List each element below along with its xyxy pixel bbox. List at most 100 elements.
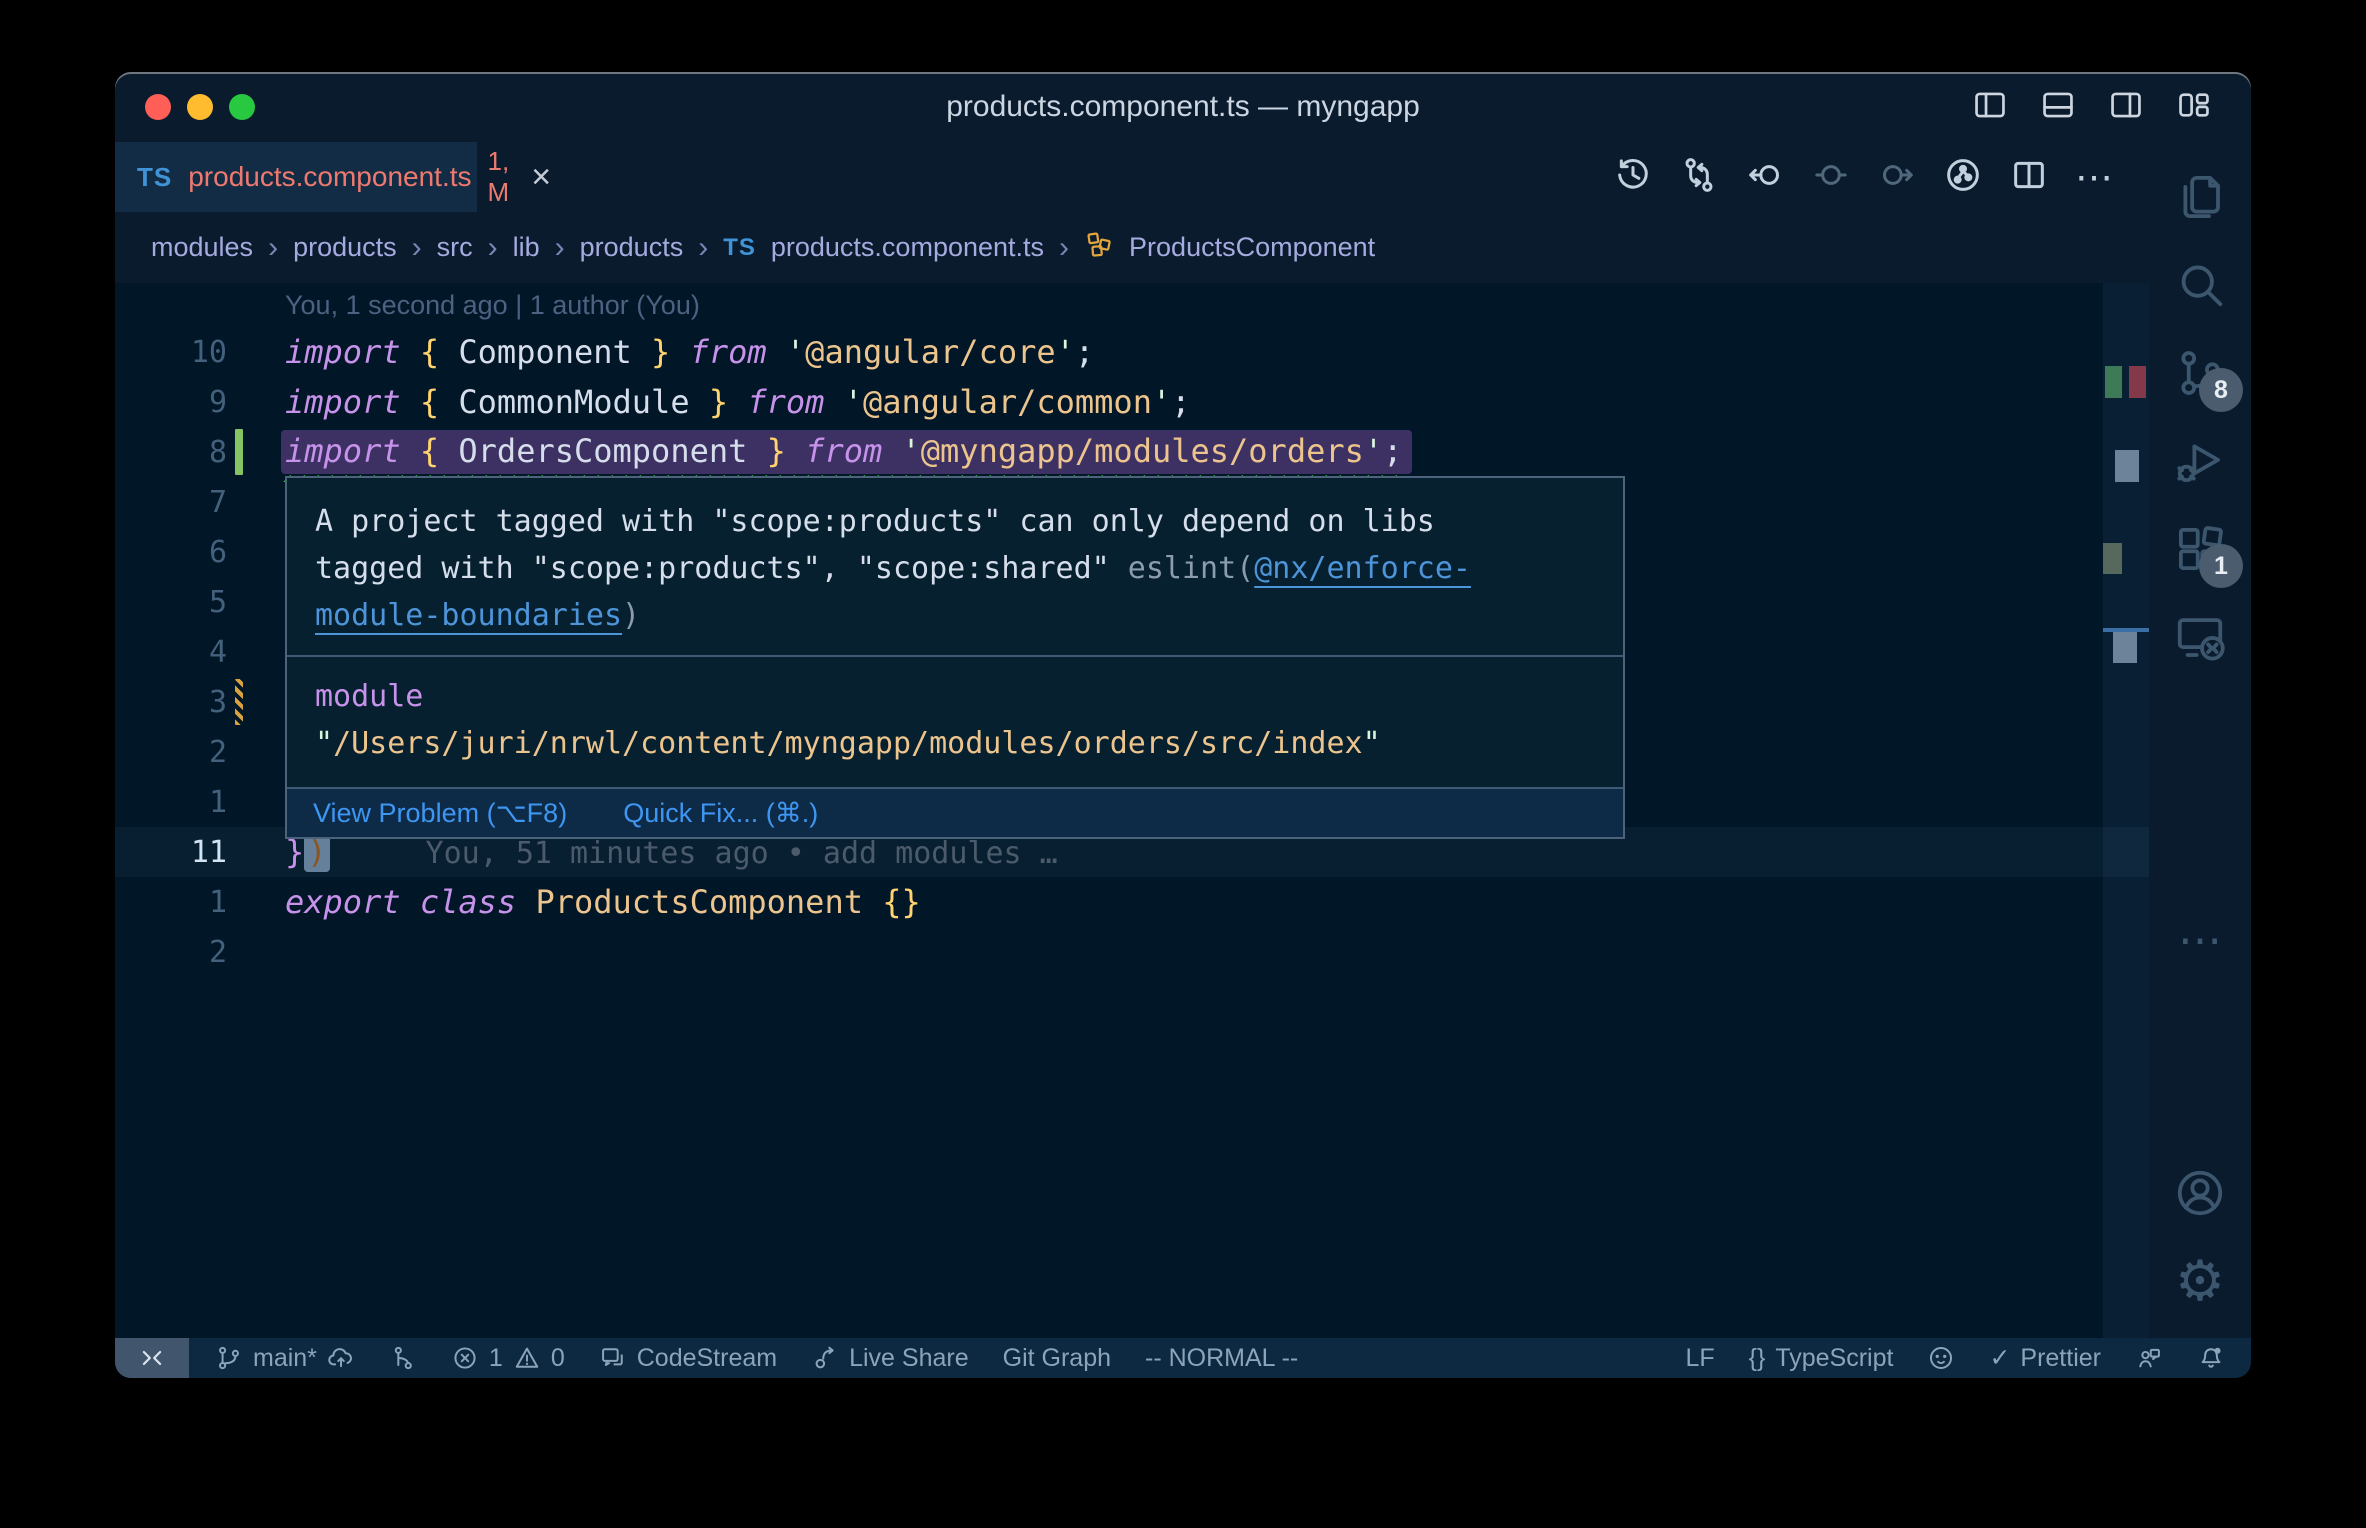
- change-marker-icon[interactable]: [1811, 155, 1851, 200]
- settings-gear-icon[interactable]: ⚙: [2171, 1252, 2229, 1310]
- gutter-bar: [235, 479, 243, 525]
- quick-fix-action[interactable]: Quick Fix... (⌘.): [623, 790, 818, 837]
- breadcrumb-item[interactable]: src: [437, 232, 473, 263]
- breadcrumb-file[interactable]: products.component.ts: [771, 232, 1044, 263]
- typescript-file-icon: TS: [723, 233, 756, 261]
- git-graph-status[interactable]: Git Graph: [1003, 1344, 1111, 1373]
- eslint-rule-link[interactable]: @nx/enforce-: [1254, 551, 1471, 586]
- scrollbar[interactable]: [2103, 283, 2149, 1338]
- additional-views-icon[interactable]: ⋯: [2171, 911, 2229, 969]
- line-number: 4: [208, 634, 227, 670]
- vim-mode-status[interactable]: -- NORMAL --: [1145, 1344, 1298, 1373]
- gitlens-graph-status[interactable]: [389, 1344, 417, 1372]
- status-bar: main* 1 0 CodeStream Live Share Git Grap…: [115, 1338, 2251, 1378]
- explorer-icon[interactable]: [2171, 168, 2229, 226]
- minimize-window-button[interactable]: [187, 94, 213, 120]
- remote-explorer-icon[interactable]: [2171, 608, 2229, 666]
- line-number: 3: [208, 684, 227, 720]
- overview-modified-mark: [2103, 543, 2122, 574]
- line-number: 11: [190, 834, 227, 870]
- extensions-badge: 1: [2199, 544, 2243, 588]
- breadcrumb-item[interactable]: products: [580, 232, 684, 263]
- eol-status[interactable]: LF: [1685, 1344, 1714, 1373]
- search-icon[interactable]: [2171, 256, 2229, 314]
- live-share-status[interactable]: Live Share: [811, 1344, 969, 1373]
- tab-products-component[interactable]: TS products.component.ts 1, M ×: [115, 142, 551, 212]
- code-token: import: [285, 333, 420, 371]
- breadcrumb-item[interactable]: lib: [513, 232, 540, 263]
- view-problem-action[interactable]: View Problem (⌥F8): [313, 790, 567, 837]
- chevron-right-icon: ›: [698, 230, 709, 264]
- toggle-secondary-sidebar-icon[interactable]: [2107, 86, 2145, 129]
- eslint-error-message: A project tagged with "scope:products" c…: [287, 478, 1623, 655]
- compare-changes-icon[interactable]: [1679, 155, 1719, 200]
- code-editor[interactable]: You, 1 second ago | 1 author (You) 10 imp…: [115, 283, 2149, 1338]
- code-text: import { CommonModule } from '@angular/c…: [285, 383, 1190, 421]
- source-control-icon[interactable]: 8: [2171, 344, 2243, 412]
- language-label: TypeScript: [1775, 1343, 1894, 1372]
- run-debug-icon[interactable]: [2171, 432, 2229, 490]
- git-blame-annotation: You, 1 second ago | 1 author (You): [285, 289, 700, 320]
- traffic-lights: [145, 94, 255, 120]
- code-line[interactable]: 1 export class ProductsComponent {}: [115, 877, 2149, 927]
- prettier-status[interactable]: ✓ Prettier: [1989, 1343, 2101, 1373]
- git-branch-status[interactable]: main*: [215, 1344, 355, 1373]
- gutter-bar: [235, 329, 243, 375]
- customize-layout-icon[interactable]: [2175, 86, 2213, 129]
- commit-graph-icon[interactable]: [1943, 155, 1983, 200]
- line-number: 2: [208, 734, 227, 770]
- eslint-source-label: eslint(: [1127, 551, 1255, 586]
- code-line[interactable]: 2: [115, 927, 2149, 977]
- code-token: ;: [1383, 432, 1403, 470]
- code-line[interactable]: 10 import { Component } from '@angular/co…: [115, 327, 2149, 377]
- language-mode-status[interactable]: {} TypeScript: [1749, 1344, 1894, 1373]
- previous-change-icon[interactable]: [1745, 155, 1785, 200]
- code-token: ': [901, 432, 921, 470]
- code-token: }: [708, 383, 729, 421]
- toggle-primary-sidebar-icon[interactable]: [1971, 86, 2009, 129]
- account-icon[interactable]: [2171, 1164, 2229, 1222]
- problems-status[interactable]: 1 0: [451, 1344, 565, 1373]
- title-bar[interactable]: products.component.ts — myngapp: [115, 72, 2251, 142]
- toggle-panel-icon[interactable]: [2039, 86, 2077, 129]
- split-editor-icon[interactable]: [2009, 155, 2049, 200]
- extensions-icon[interactable]: 1: [2171, 520, 2243, 588]
- feedback-status[interactable]: [2135, 1344, 2163, 1372]
- more-actions-icon[interactable]: ⋯: [2075, 155, 2115, 200]
- git-graph-label: Git Graph: [1002, 1343, 1111, 1372]
- modified-change-gutter-bar: [235, 679, 243, 725]
- tooltip-actions: View Problem (⌥F8) Quick Fix... (⌘.): [287, 787, 1623, 837]
- remote-indicator[interactable]: [115, 1338, 189, 1378]
- breadcrumb-symbol[interactable]: ProductsComponent: [1129, 232, 1375, 263]
- eslint-rule-link[interactable]: module-boundaries: [315, 598, 622, 633]
- github-status[interactable]: [1927, 1344, 1955, 1372]
- breadcrumb-item[interactable]: products: [293, 232, 397, 263]
- chevron-right-icon: ›: [554, 230, 565, 264]
- window-title: products.component.ts — myngapp: [946, 90, 1420, 123]
- bell-icon: [2201, 1347, 2221, 1368]
- notifications-status[interactable]: [2197, 1344, 2225, 1372]
- line-number: 6: [208, 534, 227, 570]
- next-change-icon[interactable]: [1877, 155, 1917, 200]
- timeline-history-icon[interactable]: [1613, 155, 1653, 200]
- code-line[interactable]: 8 import { OrdersComponent } from '@mynga…: [115, 427, 2149, 482]
- code-line[interactable]: 9 import { CommonModule } from '@angular/…: [115, 377, 2149, 427]
- breadcrumb-item[interactable]: modules: [151, 232, 253, 263]
- code-text: import { OrdersComponent } from '@myngap…: [281, 430, 1413, 482]
- problem-hover-tooltip: A project tagged with "scope:products" c…: [285, 476, 1625, 839]
- zoom-window-button[interactable]: [229, 94, 255, 120]
- line-number: 8: [208, 434, 227, 470]
- module-keyword: module: [315, 679, 424, 714]
- close-window-button[interactable]: [145, 94, 171, 120]
- gutter-bar: [235, 379, 243, 425]
- quote: ": [1362, 726, 1381, 761]
- close-tab-icon[interactable]: ×: [531, 160, 551, 194]
- codestream-status[interactable]: CodeStream: [599, 1344, 777, 1373]
- comment-bubbles-icon: [601, 1348, 623, 1366]
- gutter-bar: [235, 879, 243, 925]
- activity-bar: 8 1 ⋯ ⚙: [2149, 142, 2251, 1338]
